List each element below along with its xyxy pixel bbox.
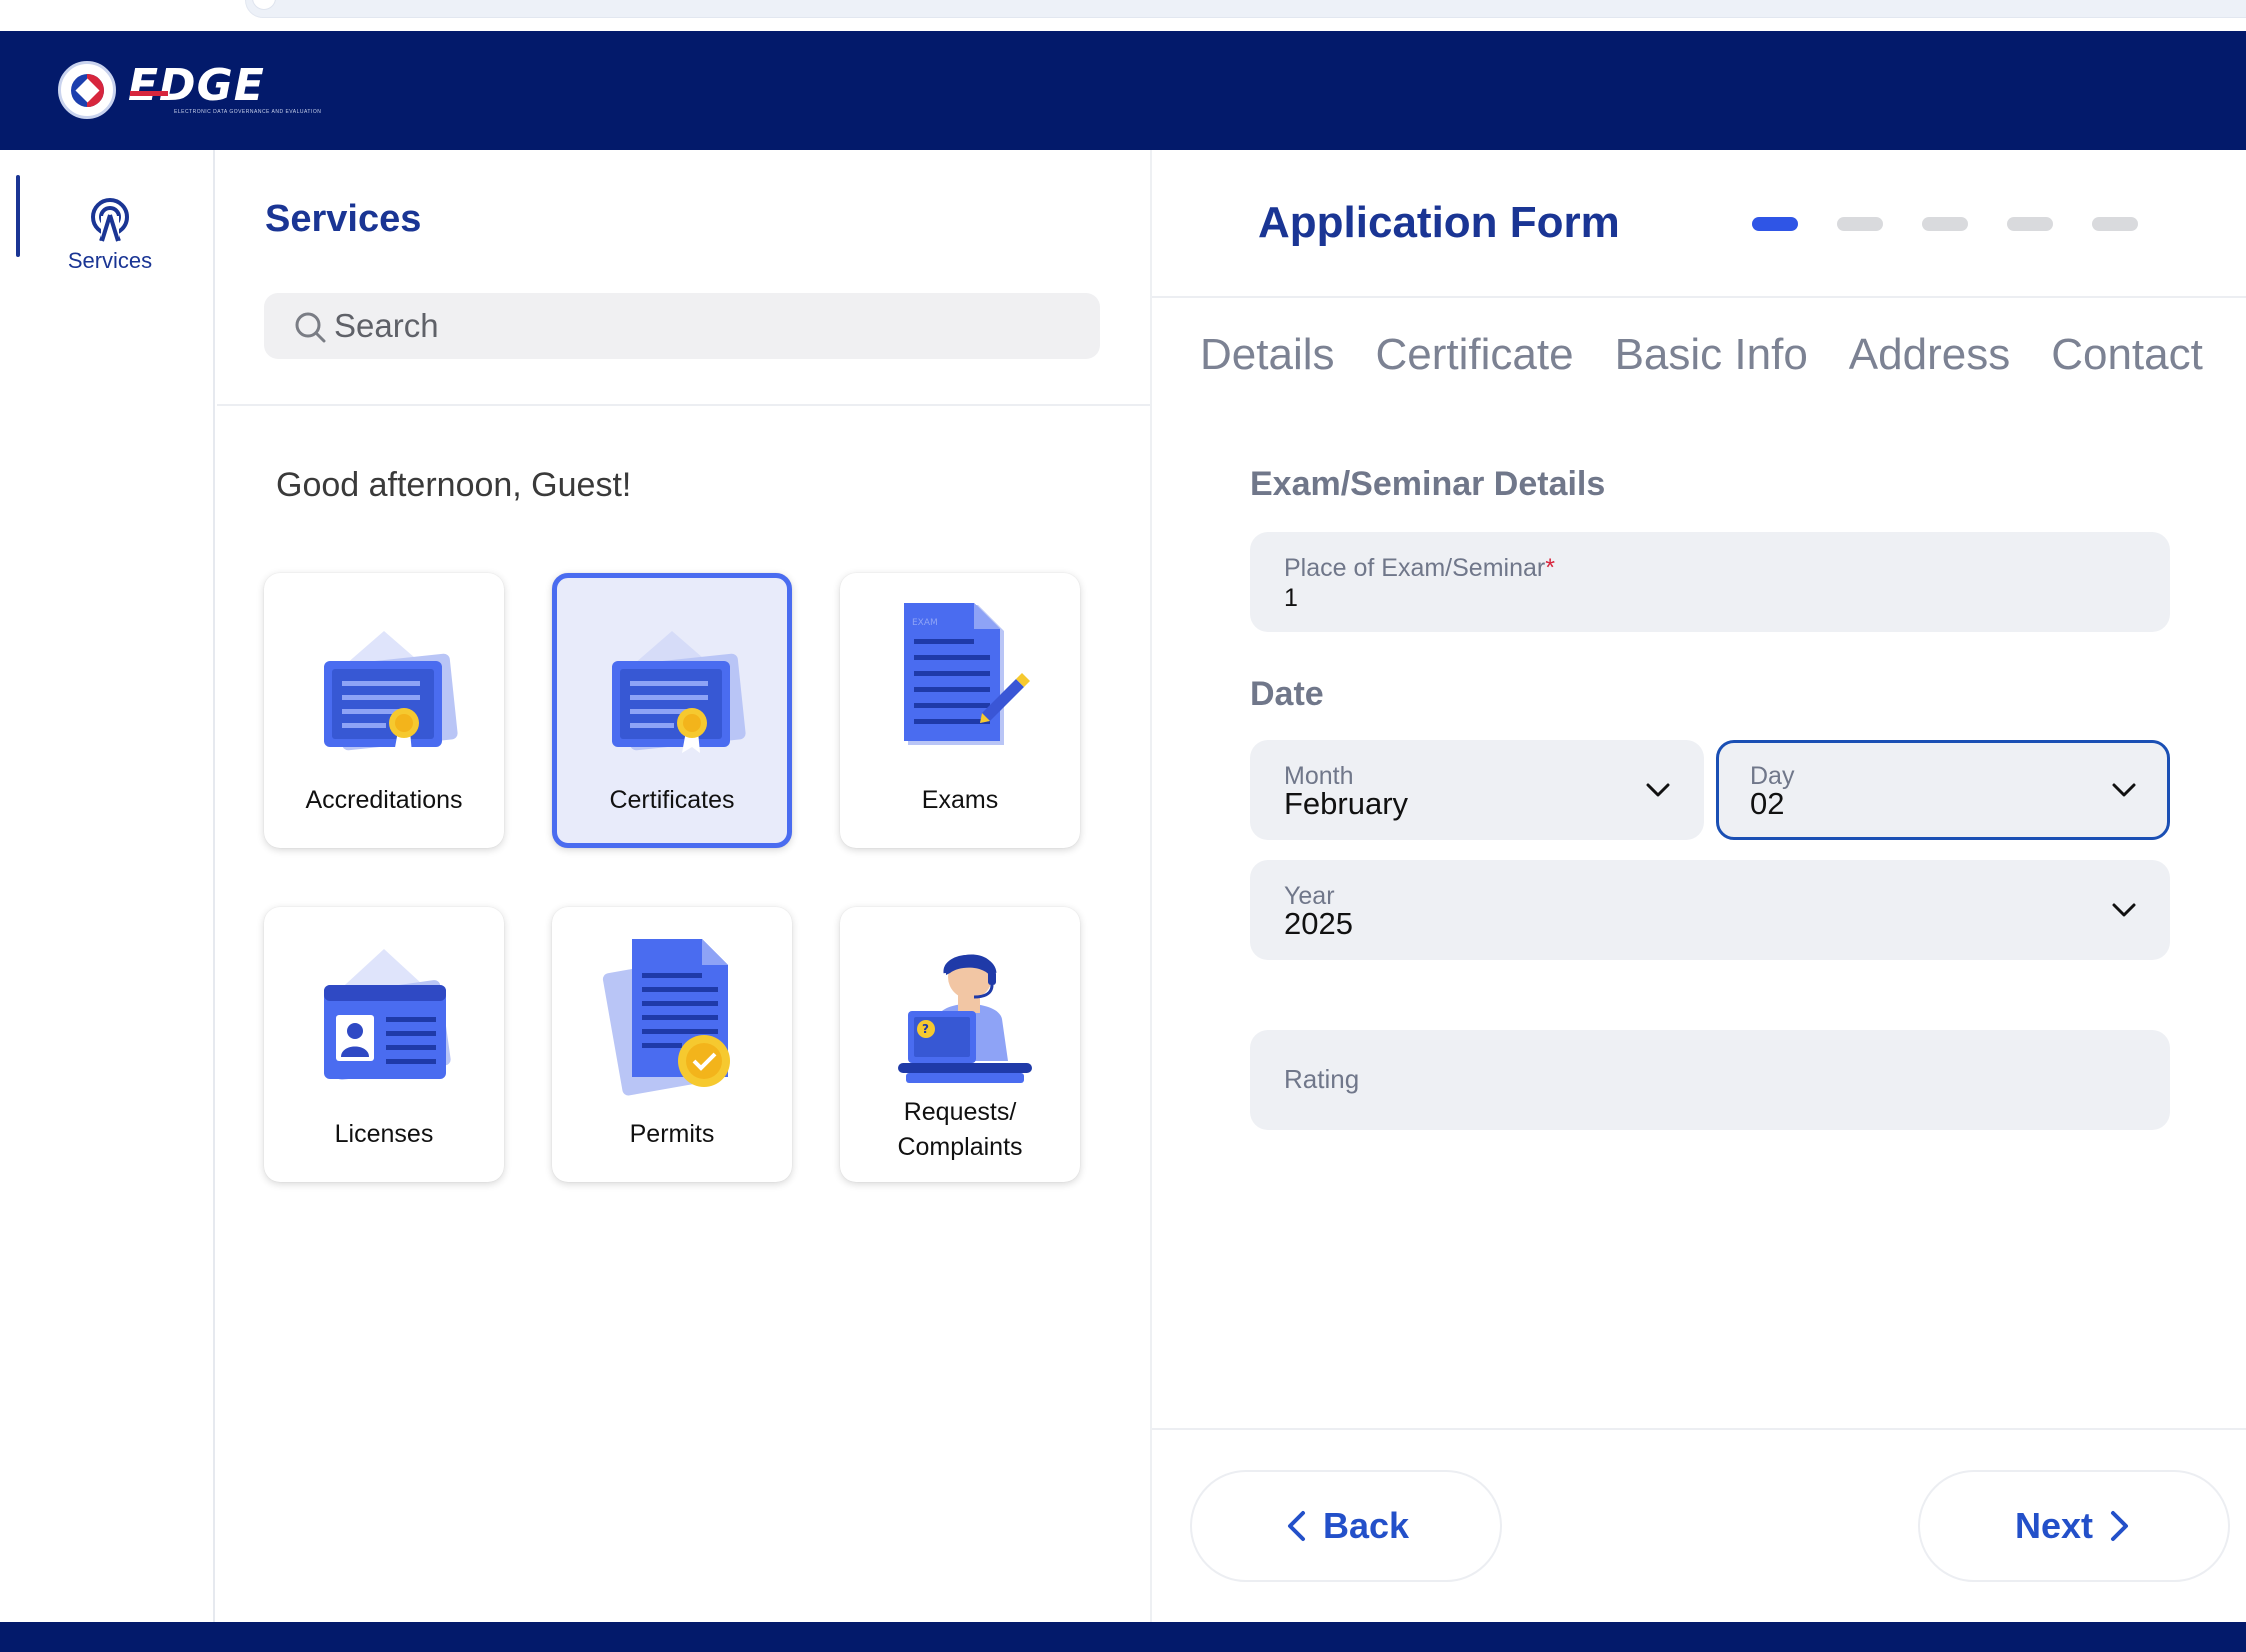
service-card-licenses[interactable]: Licenses <box>264 907 504 1182</box>
chevron-right-icon <box>2111 1511 2129 1541</box>
field-value: February <box>1284 786 1409 821</box>
field-value: 02 <box>1750 786 1785 821</box>
place-of-exam-field[interactable]: Place of Exam/Seminar* 1 <box>1250 532 2170 632</box>
divider <box>1152 1428 2246 1430</box>
search-box[interactable] <box>264 293 1100 359</box>
required-marker: * <box>1545 554 1555 582</box>
exam-document-icon: EXAM <box>904 603 1030 745</box>
svg-text:?: ? <box>922 1022 929 1036</box>
rail-item-services[interactable]: Services <box>0 170 215 273</box>
step-dot-1 <box>1752 217 1798 231</box>
side-rail: Services <box>0 150 215 1622</box>
application-form-panel: Application Form Details Certificate Bas… <box>1150 150 2246 1622</box>
services-icon <box>91 198 129 243</box>
address-bar[interactable] <box>245 0 2246 18</box>
place-label-text: Place of Exam/Seminar <box>1284 554 1546 582</box>
rating-field[interactable]: Rating <box>1250 1030 2170 1130</box>
tab-basic-info[interactable]: Basic Info <box>1615 330 1808 380</box>
service-card-requests-complaints[interactable]: ? Requests/ Complaints <box>840 907 1080 1182</box>
field-value: 1 <box>1284 584 1298 612</box>
app-logo[interactable]: EDGE ELECTRONIC DATA GOVERNANCE AND EVAL… <box>58 60 321 119</box>
service-card-permits[interactable]: Permits <box>552 907 792 1182</box>
field-value: 2025 <box>1284 906 1353 941</box>
year-select[interactable]: Year 2025 <box>1250 860 2170 960</box>
chevron-down-icon <box>2112 903 2136 917</box>
service-card-accreditations[interactable]: Accreditations <box>264 573 504 848</box>
form-tabs: Details Certificate Basic Info Address C… <box>1200 330 2203 380</box>
divider <box>217 404 1150 406</box>
card-label: Permits <box>629 1120 715 1148</box>
seal-icon <box>58 61 116 119</box>
field-label: Place of Exam/Seminar* <box>1284 554 1555 583</box>
step-dot-5 <box>2092 217 2138 231</box>
tab-address[interactable]: Address <box>1849 330 2010 380</box>
step-dot-2 <box>1837 217 1883 231</box>
day-select[interactable]: Day 02 <box>1716 740 2170 840</box>
card-label: Exams <box>921 786 999 814</box>
step-dot-3 <box>1922 217 1968 231</box>
chevron-left-icon <box>1287 1511 1305 1541</box>
logo-text: EDGE <box>128 60 265 111</box>
greeting-text: Good afternoon, Guest! <box>276 466 632 504</box>
card-label: Certificates <box>609 786 735 814</box>
accreditation-certificate-icon <box>324 631 458 753</box>
footer-bar <box>0 1622 2246 1652</box>
month-select[interactable]: Month February <box>1250 740 1704 840</box>
chevron-down-icon <box>1646 783 1670 797</box>
step-indicator <box>1752 217 2138 231</box>
logo-wordmark: EDGE ELECTRONIC DATA GOVERNANCE AND EVAL… <box>128 60 321 119</box>
divider <box>1152 296 2246 298</box>
app-header: EDGE ELECTRONIC DATA GOVERNANCE AND EVAL… <box>0 31 2246 150</box>
tab-contact[interactable]: Contact <box>2051 330 2203 380</box>
section-title-date: Date <box>1250 675 1324 713</box>
card-label: Requests/ Complaints <box>840 1095 1080 1165</box>
card-label: Licenses <box>334 1120 434 1148</box>
card-label-line: Requests/ <box>903 1098 1017 1126</box>
step-dot-4 <box>2007 217 2053 231</box>
card-label-line: Complaints <box>897 1133 1023 1161</box>
panel-title: Services <box>265 198 422 240</box>
card-label: Accreditations <box>305 786 463 814</box>
service-card-certificates[interactable]: Certificates <box>552 573 792 848</box>
back-button[interactable]: Back <box>1190 1470 1502 1582</box>
back-button-label: Back <box>1322 1505 1410 1546</box>
certificate-icon <box>612 631 746 753</box>
support-agent-icon: ? <box>898 954 1032 1083</box>
logo-subtitle: ELECTRONIC DATA GOVERNANCE AND EVALUATIO… <box>174 109 322 115</box>
services-panel: Services Good afternoon, Guest! Accredit… <box>217 150 1150 1622</box>
next-button[interactable]: Next <box>1918 1470 2230 1582</box>
tab-details[interactable]: Details <box>1200 330 1335 380</box>
license-id-card-icon <box>324 949 451 1080</box>
search-input[interactable] <box>334 293 1074 359</box>
service-card-exams[interactable]: EXAM Exams <box>840 573 1080 848</box>
search-icon <box>295 312 326 343</box>
rail-item-label: Services <box>67 248 153 273</box>
next-button-label: Next <box>2014 1505 2094 1546</box>
chevron-down-icon <box>2112 783 2136 797</box>
tab-certificate[interactable]: Certificate <box>1376 330 1574 380</box>
browser-toolbar <box>0 0 2246 31</box>
form-title: Application Form <box>1258 198 1620 247</box>
svg-text:EXAM: EXAM <box>912 618 938 628</box>
field-placeholder: Rating <box>1284 1064 1360 1094</box>
section-title-exam-details: Exam/Seminar Details <box>1250 465 1606 503</box>
permit-document-icon <box>602 939 730 1096</box>
